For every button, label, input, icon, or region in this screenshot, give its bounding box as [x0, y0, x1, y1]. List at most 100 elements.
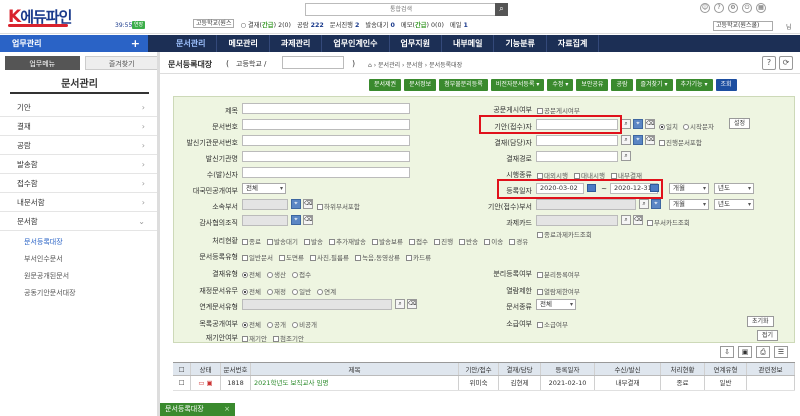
receiver-input[interactable] [242, 167, 410, 178]
route-input[interactable] [536, 151, 618, 162]
dept2-input[interactable] [536, 199, 636, 210]
row-checkbox[interactable]: ☐ [173, 376, 191, 390]
refresh-icon[interactable]: ⟳ [779, 56, 793, 70]
tab-work-menu[interactable]: 업무메뉴 [5, 56, 80, 70]
row-title[interactable]: 2021학년도 보직교사 임명 [251, 376, 459, 390]
col-status[interactable]: 상태 [191, 363, 221, 375]
eraser-icon[interactable]: ⌫ [633, 215, 643, 225]
eraser-icon[interactable]: ⌫ [645, 135, 655, 145]
sidebar-sub-public-docs[interactable]: 원문공개된문서 [0, 268, 159, 285]
col-link[interactable]: 연계유형 [705, 363, 747, 375]
user-select[interactable]: 고등학교(원스쿨) [713, 21, 773, 31]
edit-button[interactable]: 수정 ▾ [547, 79, 574, 91]
org-select[interactable]: 고등학교(원스 [193, 19, 235, 28]
year-select[interactable]: 년도 [714, 183, 754, 194]
nav-item-classification[interactable]: 기능분류 [494, 35, 547, 52]
session-extend-button[interactable]: 연장 [132, 21, 145, 29]
user-circle-icon[interactable]: ☺ [700, 3, 710, 13]
attach-split-button[interactable]: 첨부물분리등록 [439, 79, 488, 91]
col-signer[interactable]: 결재/담당 [499, 363, 541, 375]
eraser-icon[interactable]: ⌫ [407, 299, 417, 309]
col-date[interactable]: 등록일자 [541, 363, 595, 375]
org-tree-icon[interactable]: ⌖ [291, 215, 301, 225]
nav-item-support[interactable]: 업무지원 [390, 35, 442, 52]
sidebar-sub-dept-received[interactable]: 부서인수문서 [0, 251, 159, 268]
nav-work-management[interactable]: 업무관리 + [0, 35, 148, 52]
org-tree-icon[interactable]: ⌖ [633, 135, 643, 145]
redraft-options[interactable]: 재기안 첨조기안 [242, 333, 304, 343]
sidebar-item-approval[interactable]: 결재 › [0, 117, 159, 136]
audit-input[interactable] [242, 215, 288, 226]
task-card-input[interactable] [536, 215, 618, 226]
open-tab-register[interactable]: 문서등록대장 × [160, 403, 235, 416]
org-tree-icon[interactable]: ⌖ [291, 199, 301, 209]
title-input[interactable] [242, 103, 410, 114]
sidebar-item-inbox[interactable]: 접수함 › [0, 174, 159, 193]
nav-item-documents[interactable]: 문서관리 [165, 35, 218, 52]
breadcrumb[interactable]: ⌂ › 문서관리 › 문서함 › 문서등록대장 [368, 60, 462, 69]
eraser-icon[interactable]: ⌫ [645, 119, 655, 129]
doc-kind-select[interactable]: 전체 [536, 299, 576, 310]
search-button[interactable]: 조회 [715, 79, 737, 91]
help-icon[interactable]: ? [714, 3, 724, 13]
eraser-icon[interactable]: ⌫ [303, 215, 313, 225]
col-recv[interactable]: 수신/발신 [595, 363, 661, 375]
audit2-checkbox[interactable]: 소급여부 [537, 319, 568, 329]
nav-item-mail[interactable]: 내부메일 [442, 35, 495, 52]
period-select[interactable]: 개월 [669, 183, 709, 194]
search-input[interactable] [306, 4, 496, 15]
favorite-button[interactable]: 즐겨찾기 ▾ [635, 79, 673, 91]
eraser-icon[interactable]: ⌫ [303, 199, 313, 209]
sidebar-sub-register[interactable]: 문서등록대장 [0, 234, 159, 251]
stat-sending[interactable]: 발송대기 0 [365, 20, 395, 29]
settings-icon[interactable]: ⚙ [728, 3, 738, 13]
sidebar-item-outbox[interactable]: 발송함 › [0, 155, 159, 174]
doc-reissue-button[interactable]: 문서제권 [369, 79, 402, 91]
non-electronic-button[interactable]: 비전자문서등록 ▾ [490, 79, 545, 91]
grid-icon[interactable]: ▦ [756, 3, 766, 13]
sidebar-sub-joint-draft[interactable]: 공동기안문서대장 [0, 285, 159, 302]
reg-type-options[interactable]: 일반문서 도면류 사진,필름류 녹음,동영상류 카드류 [242, 252, 431, 262]
circulate-button[interactable]: 공람 [611, 79, 633, 91]
nav-item-memos[interactable]: 메모관리 [217, 35, 270, 52]
search-icon[interactable]: ⌕ [621, 151, 631, 161]
search-icon[interactable]: ⌕ [395, 299, 405, 309]
print-icon[interactable]: ⎙ [756, 346, 770, 358]
external-select[interactable]: 전체 [242, 183, 286, 194]
secure-share-button[interactable]: 보안공유 [576, 79, 609, 91]
year-select-2[interactable]: 년도 [714, 199, 754, 210]
period-select-2[interactable]: 개월 [669, 199, 709, 210]
logout-icon[interactable]: ⏻ [742, 3, 752, 13]
signer-input[interactable] [536, 135, 618, 146]
pubreq-checkbox[interactable]: 공문게시여부 [537, 105, 580, 115]
doc-info-button[interactable]: 문서정보 [404, 79, 437, 91]
nav-item-tasks[interactable]: 과제관리 [270, 35, 323, 52]
linked-input[interactable] [242, 299, 392, 310]
sub-dept-checkbox[interactable]: 하위부서포함 [317, 201, 360, 211]
col-doc-no[interactable]: 문서번호 [221, 363, 251, 375]
setting-button[interactable]: 설정 [729, 118, 751, 129]
dept-box[interactable] [282, 56, 344, 69]
stat-approval[interactable]: ○ 결재(간급) 2(0) [240, 20, 291, 29]
stat-progress[interactable]: 문서진행 2 [330, 20, 360, 29]
sidebar-item-draft[interactable]: 기안 › [0, 98, 159, 117]
stat-memo[interactable]: 메모(간급) 0(0) [401, 20, 444, 29]
sidebar-item-my-docs[interactable]: 내문서함 › [0, 193, 159, 212]
tab-favorites[interactable]: 즐겨찾기 [84, 56, 159, 70]
col-title[interactable]: 제목 [251, 363, 459, 375]
search-icon[interactable]: ⌕ [621, 119, 631, 129]
sign-type-options[interactable]: 전체 생산 접수 [242, 269, 311, 279]
columns-icon[interactable]: ☰ [774, 346, 788, 358]
process-options[interactable]: 종료 발송대기 발송 추가재발송 발송보류 접수 진행 반송 이송 경유 [242, 236, 528, 246]
plus-icon[interactable]: + [131, 35, 140, 52]
select-all-checkbox[interactable]: ☐ [173, 363, 191, 375]
table-row[interactable]: ☐ ▭ ▣ 1818 2021학년도 보직교사 임명 위미숙 김현제 2021-… [173, 376, 795, 391]
org-tree-icon[interactable]: ⌖ [633, 119, 643, 129]
sidebar-item-circulation[interactable]: 공람 › [0, 136, 159, 155]
search-icon[interactable]: ⌕ [621, 135, 631, 145]
search-icon[interactable]: ⌕ [639, 199, 649, 209]
help-icon[interactable]: ? [762, 56, 776, 70]
search-icon[interactable]: ⌕ [621, 215, 631, 225]
col-process[interactable]: 처리현황 [661, 363, 705, 375]
ended-task-checkbox[interactable]: 종료과제카드조회 [537, 229, 592, 239]
